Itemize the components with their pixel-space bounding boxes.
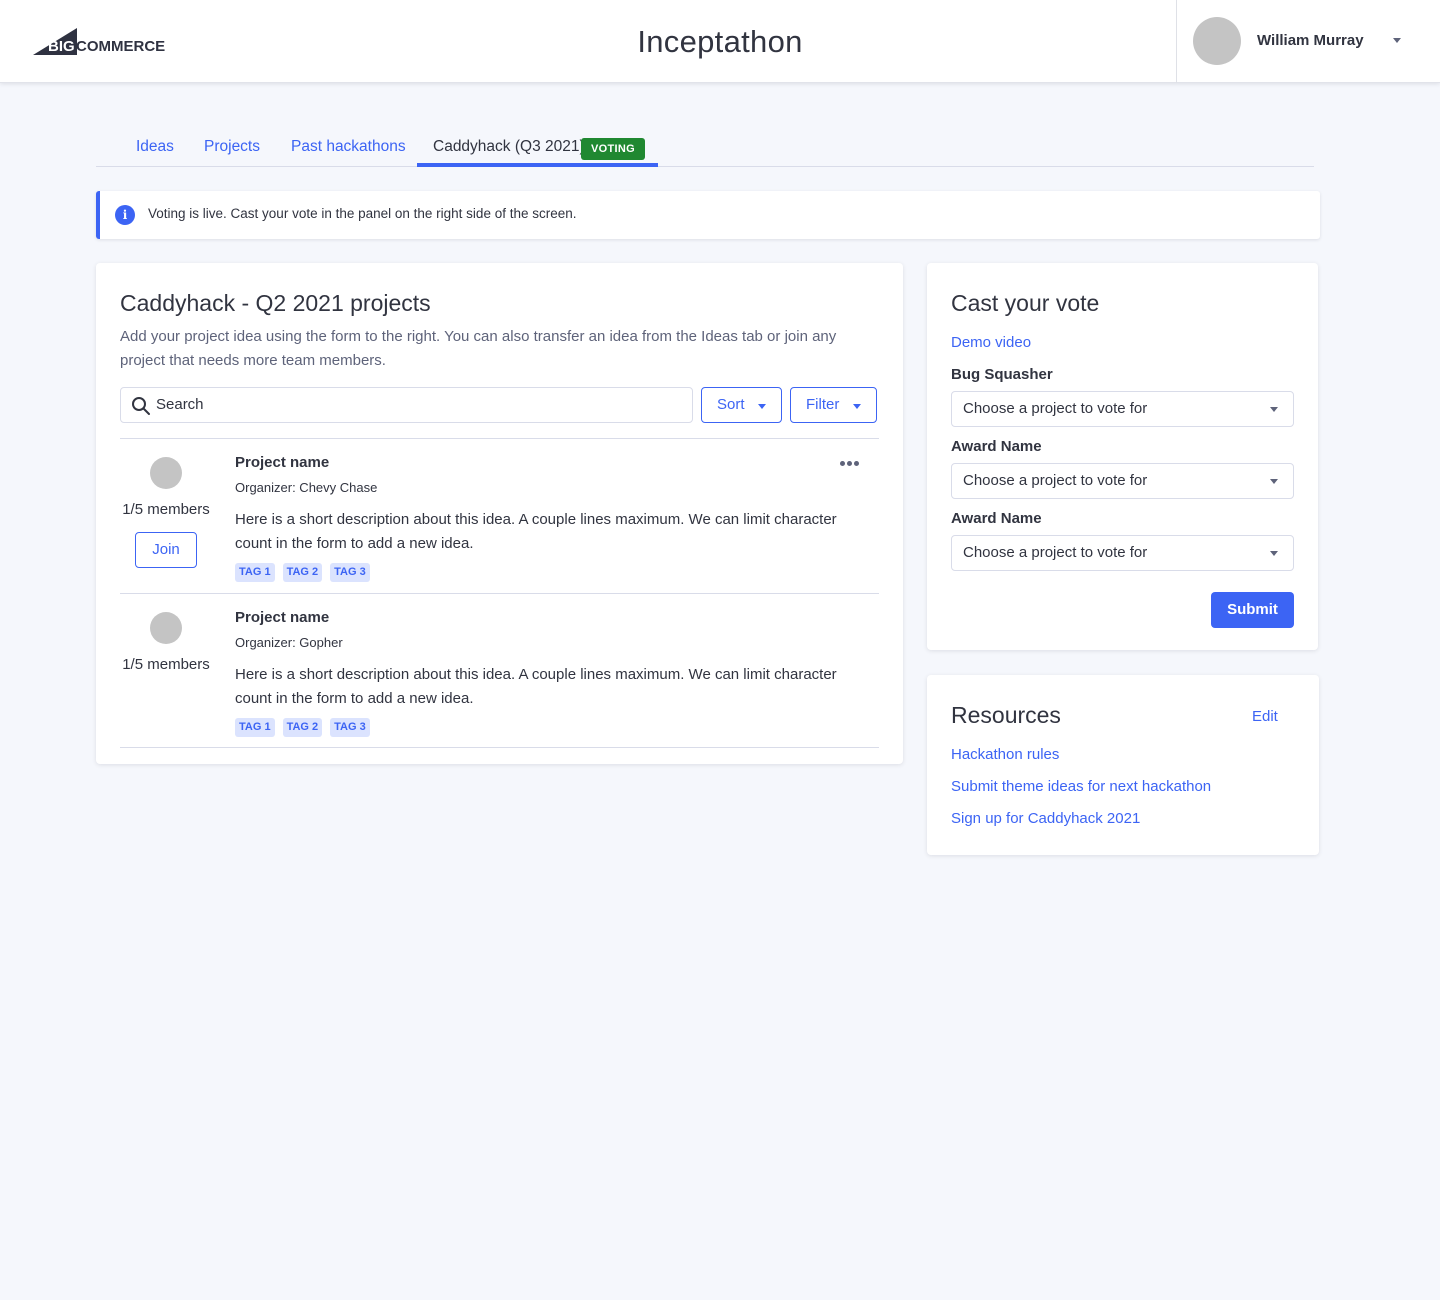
award-select-bug-squasher[interactable]: Choose a project to vote for: [951, 391, 1294, 427]
member-count: 1/5 members: [122, 501, 210, 518]
project-tags: TAG 1 TAG 2 TAG 3: [235, 563, 370, 582]
project-list: 1/5 members Join Project name Organizer:…: [120, 438, 879, 748]
project-name[interactable]: Project name: [235, 454, 329, 471]
tag[interactable]: TAG 3: [330, 718, 370, 737]
resources-title: Resources: [951, 702, 1061, 728]
project-name[interactable]: Project name: [235, 609, 329, 626]
info-banner: i Voting is live. Cast your vote in the …: [96, 191, 1320, 239]
filter-label: Filter: [806, 396, 840, 413]
tab-caddyhack[interactable]: Caddyhack (Q3 2021): [433, 138, 585, 156]
resources-panel: Resources Edit Hackathon rules Submit th…: [927, 675, 1319, 855]
project-row: 1/5 members Project name Organizer: Goph…: [120, 593, 879, 748]
projects-panel: Caddyhack - Q2 2021 projects Add your pr…: [96, 263, 903, 764]
tag[interactable]: TAG 1: [235, 563, 275, 582]
project-description: Here is a short description about this i…: [235, 511, 837, 552]
resource-link-hackathon-rules[interactable]: Hackathon rules: [951, 746, 1059, 763]
caret-down-icon: [758, 404, 766, 409]
select-value: Choose a project to vote for: [963, 400, 1148, 417]
search-placeholder: Search: [156, 396, 204, 413]
resource-link-sign-up[interactable]: Sign up for Caddyhack 2021: [951, 810, 1140, 827]
project-organizer: Organizer: Gopher: [235, 635, 343, 650]
tab-ideas[interactable]: Ideas: [136, 138, 174, 156]
project-avatar: [150, 457, 182, 489]
sort-label: Sort: [717, 396, 745, 413]
banner-text: Voting is live. Cast your vote in the pa…: [148, 206, 577, 221]
project-row: 1/5 members Join Project name Organizer:…: [120, 438, 879, 593]
tab-past-hackathons[interactable]: Past hackathons: [291, 138, 406, 156]
chevron-down-icon[interactable]: [1393, 38, 1401, 43]
projects-panel-description: Add your project idea using the form to …: [120, 328, 837, 369]
select-value: Choose a project to vote for: [963, 472, 1148, 489]
caret-down-icon: [1270, 407, 1278, 412]
info-icon: i: [115, 205, 135, 225]
project-avatar: [150, 612, 182, 644]
project-tags: TAG 1 TAG 2 TAG 3: [235, 718, 370, 737]
active-tab-indicator: [417, 163, 658, 167]
more-options-icon[interactable]: [840, 459, 860, 467]
cast-vote-title: Cast your vote: [951, 290, 1100, 316]
caret-down-icon: [853, 404, 861, 409]
project-organizer: Organizer: Chevy Chase: [235, 480, 378, 495]
tag[interactable]: TAG 2: [282, 563, 323, 582]
voting-status-badge: VOTING: [581, 138, 645, 160]
sort-button[interactable]: Sort: [701, 387, 782, 423]
caret-down-icon: [1270, 479, 1278, 484]
award-label: Award Name: [951, 438, 1042, 455]
user-menu[interactable]: William Murray: [1176, 0, 1440, 83]
submit-vote-button[interactable]: Submit: [1211, 592, 1294, 628]
filter-button[interactable]: Filter: [790, 387, 877, 423]
tag[interactable]: TAG 1: [235, 718, 275, 737]
search-input[interactable]: Search: [120, 387, 693, 423]
resource-link-submit-theme-ideas[interactable]: Submit theme ideas for next hackathon: [951, 778, 1211, 795]
search-icon: [132, 397, 150, 415]
award-label: Bug Squasher: [951, 366, 1053, 383]
top-header: BIG COMMERCE Inceptathon William Murray: [0, 0, 1440, 83]
project-description: Here is a short description about this i…: [235, 666, 837, 707]
select-value: Choose a project to vote for: [963, 544, 1148, 561]
award-select[interactable]: Choose a project to vote for: [951, 463, 1294, 499]
tab-bar: Ideas Projects Past hackathons Caddyhack…: [96, 128, 1314, 167]
tab-projects[interactable]: Projects: [204, 138, 260, 156]
award-select[interactable]: Choose a project to vote for: [951, 535, 1294, 571]
user-name[interactable]: William Murray: [1257, 32, 1364, 49]
tag[interactable]: TAG 3: [330, 563, 370, 582]
demo-video-link[interactable]: Demo video: [951, 334, 1031, 351]
edit-resources-link[interactable]: Edit: [1252, 708, 1278, 725]
cast-vote-panel: Cast your vote Demo video Bug Squasher C…: [927, 263, 1318, 650]
projects-panel-title: Caddyhack - Q2 2021 projects: [120, 290, 431, 316]
user-avatar[interactable]: [1193, 17, 1241, 65]
join-button[interactable]: Join: [135, 532, 197, 568]
member-count: 1/5 members: [122, 656, 210, 673]
award-label: Award Name: [951, 510, 1042, 527]
caret-down-icon: [1270, 551, 1278, 556]
tag[interactable]: TAG 2: [282, 718, 323, 737]
